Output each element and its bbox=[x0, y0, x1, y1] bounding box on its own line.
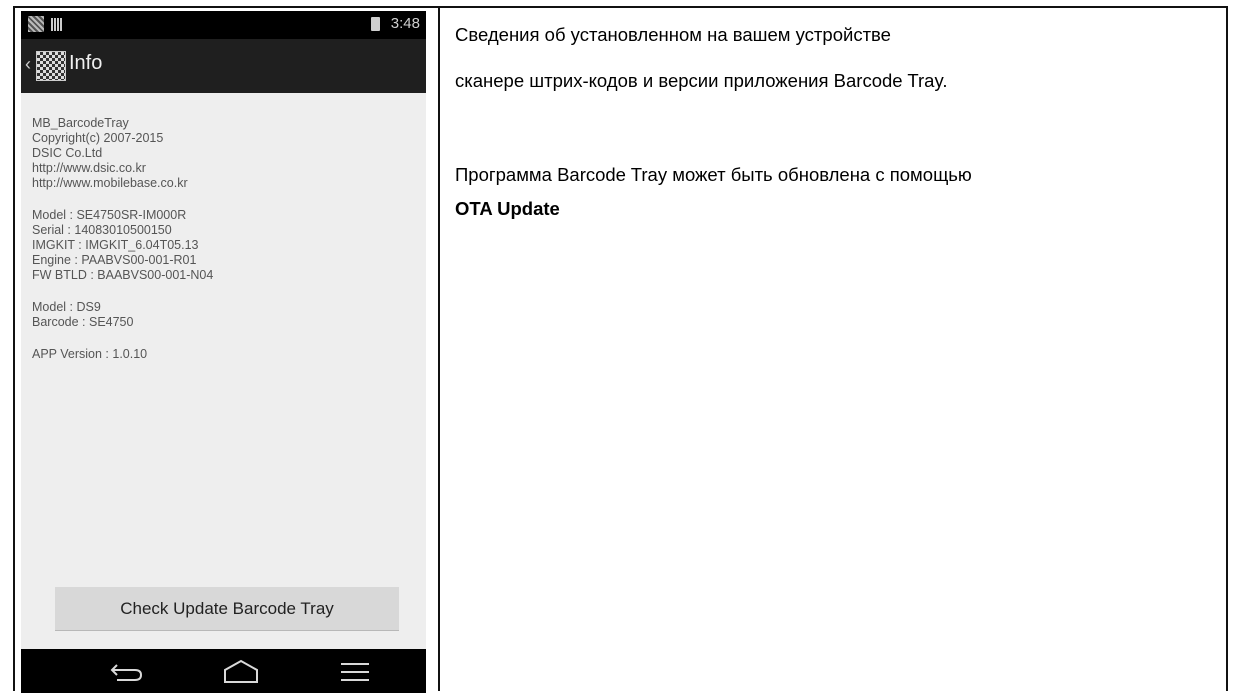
info-group: APP Version : 1.0.10 bbox=[32, 347, 213, 362]
info-line: Engine : PAABVS00-001-R01 bbox=[32, 253, 197, 267]
description-line: сканере штрих-кодов и версии приложения … bbox=[455, 70, 948, 91]
info-line: Model : DS9 bbox=[32, 300, 101, 314]
column-divider bbox=[438, 8, 440, 691]
description-line: Программа Barcode Tray может быть обновл… bbox=[455, 164, 972, 185]
info-line: IMGKIT : IMGKIT_6.04T05.13 bbox=[32, 238, 199, 252]
check-update-button[interactable]: Check Update Barcode Tray bbox=[55, 587, 399, 631]
nav-home-icon[interactable] bbox=[219, 656, 263, 686]
navigation-bar bbox=[21, 649, 426, 693]
status-time: 3:48 bbox=[390, 15, 420, 32]
info-group: Model : DS9 Barcode : SE4750 bbox=[32, 300, 213, 330]
info-line: Model : SE4750SR-IM000R bbox=[32, 208, 187, 222]
info-line: DSIC Co.Ltd bbox=[32, 146, 103, 160]
app-version: APP Version : 1.0.10 bbox=[32, 347, 148, 361]
back-arrow-icon[interactable]: ‹ bbox=[25, 54, 31, 75]
info-group: Model : SE4750SR-IM000R Serial : 1408301… bbox=[32, 208, 213, 283]
ota-update-label: OTA Update bbox=[455, 198, 560, 219]
notification-icon bbox=[28, 16, 44, 32]
action-bar: ‹ Info bbox=[21, 39, 426, 93]
phone-screenshot: 3:48 ‹ Info MB_BarcodeTray Copyright(c) … bbox=[21, 11, 426, 693]
info-line: MB_BarcodeTray bbox=[32, 116, 129, 130]
document-table: 3:48 ‹ Info MB_BarcodeTray Copyright(c) … bbox=[13, 6, 1228, 693]
info-line: FW BTLD : BAABVS00-001-N04 bbox=[32, 268, 214, 282]
barcode-notification-icon bbox=[51, 18, 63, 31]
info-panel: MB_BarcodeTray Copyright(c) 2007-2015 DS… bbox=[32, 116, 213, 379]
info-line: Barcode : SE4750 bbox=[32, 315, 134, 329]
description-line: Сведения об установленном на вашем устро… bbox=[455, 24, 891, 45]
nav-back-icon[interactable] bbox=[105, 656, 145, 686]
info-group: MB_BarcodeTray Copyright(c) 2007-2015 DS… bbox=[32, 116, 213, 191]
info-line: Serial : 14083010500150 bbox=[32, 223, 172, 237]
screen-title: Info bbox=[69, 52, 103, 74]
info-line: Copyright(c) 2007-2015 bbox=[32, 131, 164, 145]
info-line: http://www.mobilebase.co.kr bbox=[32, 176, 188, 190]
nav-recent-icon[interactable] bbox=[339, 656, 371, 686]
status-bar: 3:48 bbox=[21, 11, 426, 39]
qr-code-icon[interactable] bbox=[36, 51, 66, 81]
info-line: http://www.dsic.co.kr bbox=[32, 161, 146, 175]
battery-icon bbox=[371, 17, 380, 31]
